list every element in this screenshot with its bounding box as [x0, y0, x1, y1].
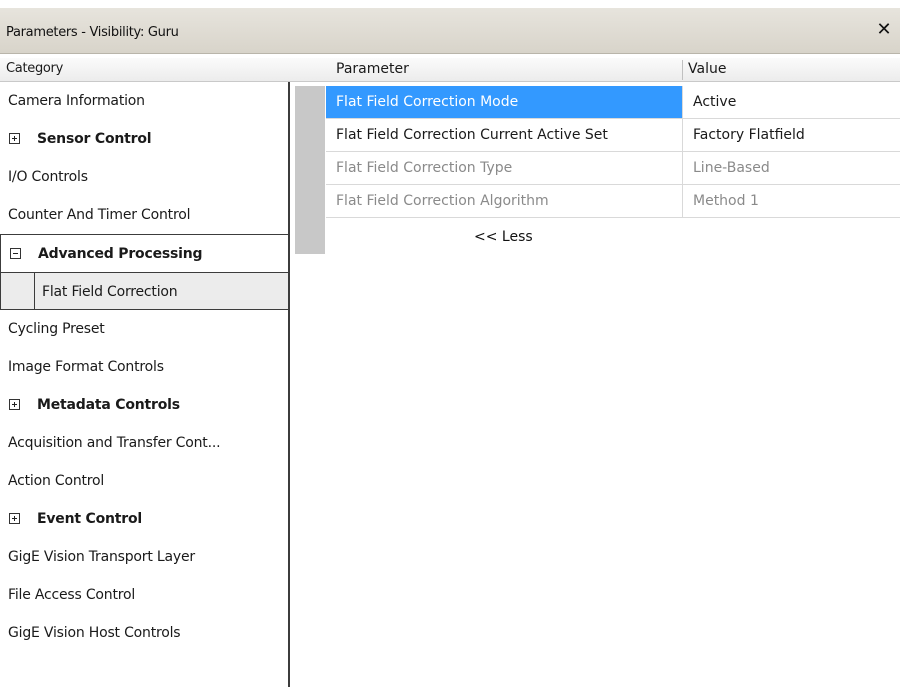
category-group-advanced-processing[interactable]: Advanced Processing: [0, 234, 288, 272]
category-item-label: I/O Controls: [8, 169, 88, 185]
parameter-name: Flat Field Correction Algorithm: [336, 193, 549, 209]
category-item-label: Advanced Processing: [38, 246, 203, 262]
category-item-label: File Access Control: [8, 587, 136, 603]
category-header-label: Category: [6, 61, 63, 76]
category-item-gige-vision-transport-layer[interactable]: GigE Vision Transport Layer: [0, 538, 288, 576]
column-divider[interactable]: [682, 60, 683, 80]
category-item-label: Action Control: [8, 473, 105, 489]
category-item-label: Metadata Controls: [37, 397, 180, 413]
tree-indent-line: [34, 273, 35, 309]
category-item-label: Flat Field Correction: [42, 284, 178, 300]
parameter-value-cell[interactable]: Method 1: [682, 185, 900, 217]
category-item-file-access-control[interactable]: File Access Control: [0, 576, 288, 614]
parameter-row[interactable]: Flat Field Correction Type Line-Based: [326, 152, 900, 185]
value-column-header[interactable]: Value: [688, 61, 726, 77]
category-item-flat-field-correction[interactable]: Flat Field Correction: [0, 272, 288, 310]
category-item-label: Event Control: [37, 511, 142, 527]
parameters-window: Parameters - Visibility: Guru ✕ Category…: [0, 0, 900, 687]
parameter-row[interactable]: Flat Field Correction Mode Active: [326, 86, 900, 119]
title-bar[interactable]: Parameters - Visibility: Guru ✕: [0, 8, 900, 54]
category-item-label: Acquisition and Transfer Cont...: [8, 435, 221, 451]
category-item-label: Sensor Control: [37, 131, 152, 147]
parameter-column-header[interactable]: Parameter: [336, 61, 409, 77]
category-item-label: Counter And Timer Control: [8, 207, 191, 223]
category-item-io-controls[interactable]: I/O Controls: [0, 158, 288, 196]
parameter-name: Flat Field Correction Type: [336, 160, 513, 176]
parameter-grid-header: Parameter Value: [294, 58, 900, 82]
category-group-metadata-controls[interactable]: Metadata Controls: [0, 386, 288, 424]
window-title: Parameters - Visibility: Guru: [6, 25, 179, 40]
parameter-value: Line-Based: [693, 160, 770, 176]
parameter-value-cell[interactable]: Active: [682, 86, 900, 118]
parameter-row[interactable]: Flat Field Correction Current Active Set…: [326, 119, 900, 152]
collapse-minus-icon[interactable]: [10, 248, 21, 259]
category-group-sensor-control[interactable]: Sensor Control: [0, 120, 288, 158]
category-tree[interactable]: Camera Information Sensor Control I/O Co…: [0, 82, 290, 687]
parameter-row[interactable]: Flat Field Correction Algorithm Method 1: [326, 185, 900, 218]
parameter-value: Factory Flatfield: [693, 127, 805, 143]
category-item-label: Image Format Controls: [8, 359, 164, 375]
parameter-value: Method 1: [693, 193, 759, 209]
parameter-name: Flat Field Correction Mode: [336, 94, 519, 110]
parameter-value-cell[interactable]: Line-Based: [682, 152, 900, 184]
category-item-label: GigE Vision Host Controls: [8, 625, 181, 641]
parameter-name: Flat Field Correction Current Active Set: [336, 127, 608, 143]
category-item-label: Camera Information: [8, 93, 145, 109]
parameter-value: Active: [693, 94, 737, 110]
expand-plus-icon[interactable]: [9, 133, 20, 144]
close-icon[interactable]: ✕: [874, 20, 894, 40]
category-item-cycling-preset[interactable]: Cycling Preset: [0, 310, 288, 348]
parameter-value-cell[interactable]: Factory Flatfield: [682, 119, 900, 151]
row-header-gutter: [295, 86, 325, 254]
less-visibility-link[interactable]: << Less: [474, 229, 533, 245]
category-item-image-format-controls[interactable]: Image Format Controls: [0, 348, 288, 386]
category-column-header[interactable]: Category: [0, 58, 294, 82]
category-item-counter-and-timer-control[interactable]: Counter And Timer Control: [0, 196, 288, 234]
category-item-label: GigE Vision Transport Layer: [8, 549, 195, 565]
category-item-action-control[interactable]: Action Control: [0, 462, 288, 500]
category-group-event-control[interactable]: Event Control: [0, 500, 288, 538]
category-item-label: Cycling Preset: [8, 321, 105, 337]
category-item-acquisition-and-transfer[interactable]: Acquisition and Transfer Cont...: [0, 424, 288, 462]
expand-plus-icon[interactable]: [9, 399, 20, 410]
category-item-gige-vision-host-controls[interactable]: GigE Vision Host Controls: [0, 614, 288, 652]
category-item-camera-information[interactable]: Camera Information: [0, 82, 288, 120]
expand-plus-icon[interactable]: [9, 513, 20, 524]
